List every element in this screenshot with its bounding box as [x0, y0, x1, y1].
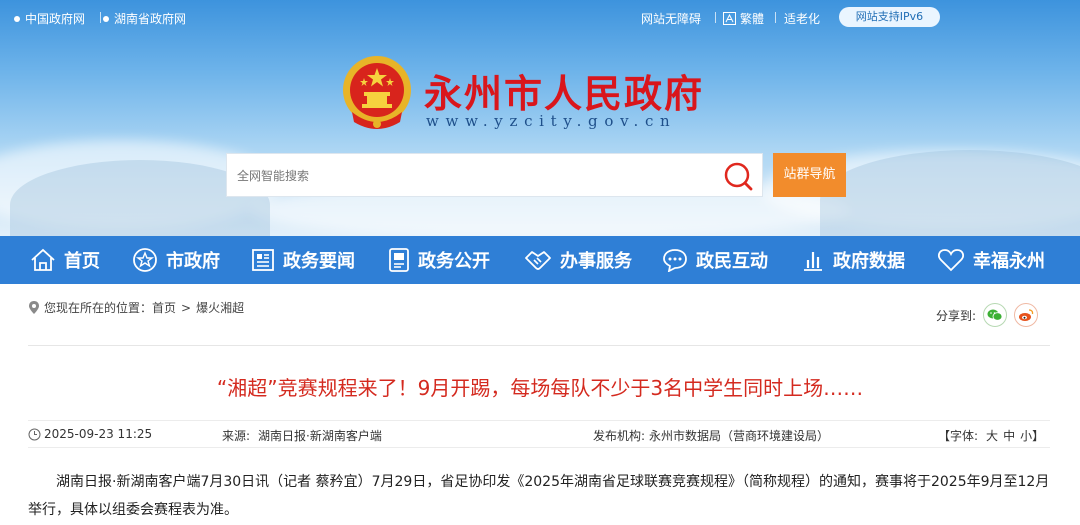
font-size-control: 【字体: 大 中 小 】: [938, 427, 1044, 444]
nav-government-data[interactable]: 政府数据: [801, 236, 905, 284]
nav-label: 幸福永州: [973, 251, 1045, 272]
main-nav: 首页 市政府 政务要闻 政务公开 办事服务 政民互动 政府数据 幸福永州: [0, 236, 1080, 284]
nav-label: 政务公开: [418, 251, 490, 272]
handshake-icon: [525, 251, 551, 270]
article-meta-bar: 2025-09-23 11:25 来源: 湖南日报·新湖南客户端 发布机构: 永…: [28, 420, 1050, 448]
link-hunan-gov[interactable]: 湖南省政府网: [103, 10, 186, 27]
publish-date: 2025-09-23 11:25: [28, 427, 152, 441]
site-title: 永州市人民政府: [424, 71, 705, 116]
breadcrumb-home-link[interactable]: 首页: [152, 299, 176, 316]
divider: [715, 12, 716, 23]
nav-label: 政府数据: [833, 251, 905, 272]
divider: [100, 12, 101, 23]
breadcrumb-separator: >: [181, 300, 192, 315]
article-title: “湘超”竞赛规程来了！9月开踢，每场每队不少于3名中学生同时上场……: [216, 376, 864, 400]
site-group-nav-button[interactable]: 站群导航: [773, 153, 846, 197]
site-header: 中国政府网 湖南省政府网 网站无障碍 繁體 适老化 网站支持IPv6 永州市人民…: [0, 0, 1080, 236]
document-icon: [389, 248, 409, 272]
divider: [775, 12, 776, 23]
font-small-button[interactable]: 小: [1020, 427, 1032, 444]
clock-icon: [28, 428, 41, 440]
share-bar: 分享到:: [936, 303, 1039, 327]
national-emblem-icon: [343, 56, 411, 129]
publisher-value: 永州市数据局（营商环境建设局）: [649, 429, 830, 443]
nav-label: 首页: [64, 251, 100, 272]
nav-happy-yongzhou[interactable]: 幸福永州: [937, 236, 1045, 284]
article-publisher: 发布机构: 永州市数据局（营商环境建设局）: [593, 427, 829, 444]
font-size-bracket: 】: [1032, 429, 1045, 443]
nav-label: 办事服务: [560, 251, 632, 272]
breadcrumb: 您现在所在的位置： 首页 > 爆火湘超: [28, 299, 244, 316]
bullet-icon: [14, 15, 20, 22]
date-text: 2025-09-23 11:25: [44, 427, 153, 441]
top-bar: 中国政府网 湖南省政府网 网站无障碍 繁體 适老化 网站支持IPv6: [0, 0, 1080, 34]
link-gov-cn[interactable]: 中国政府网: [14, 10, 85, 27]
search-button[interactable]: [720, 159, 756, 193]
ipv6-badge: 网站支持IPv6: [839, 7, 940, 27]
nav-city-government[interactable]: 市政府: [132, 236, 220, 284]
news-icon: [252, 249, 274, 271]
link-label: 中国政府网: [25, 12, 86, 26]
heart-icon: [938, 249, 964, 272]
breadcrumb-prefix: 您现在所在的位置：: [44, 301, 153, 315]
publisher-label: 发布机构:: [593, 429, 646, 443]
bar-chart-icon: [804, 252, 822, 271]
search-box: [226, 153, 763, 197]
nav-government-affairs[interactable]: 政务公开: [388, 236, 490, 284]
nav-label: 政民互动: [696, 251, 768, 272]
chat-icon: [663, 249, 687, 272]
nav-services[interactable]: 办事服务: [524, 236, 632, 284]
source-label: 来源:: [222, 429, 251, 443]
nav-label: 市政府: [166, 251, 220, 272]
link-label: 繁體: [740, 12, 765, 26]
accessibility-link[interactable]: 网站无障碍: [641, 10, 701, 27]
nav-home[interactable]: 首页: [30, 236, 100, 284]
site-url: www.yzcity.gov.cn: [426, 112, 677, 130]
share-label: 分享到:: [936, 308, 977, 323]
elderly-mode-link[interactable]: 适老化: [784, 10, 820, 27]
search-input[interactable]: [237, 166, 707, 186]
breadcrumb-current-link[interactable]: 爆火湘超: [196, 299, 244, 316]
nav-government-news[interactable]: 政务要闻: [251, 236, 355, 284]
share-wechat-button[interactable]: [983, 303, 1008, 327]
font-icon: [723, 12, 736, 25]
nav-interaction[interactable]: 政民互动: [662, 236, 768, 284]
article-source: 来源: 湖南日报·新湖南客户端: [222, 427, 382, 444]
share-weibo-button[interactable]: [1014, 303, 1039, 327]
weibo-icon: [1019, 309, 1034, 321]
link-label: 湖南省政府网: [114, 12, 187, 26]
font-size-label: 【字体:: [938, 429, 979, 443]
home-icon: [31, 248, 55, 271]
location-pin-icon: [29, 301, 39, 314]
source-value: 湖南日报·新湖南客户端: [258, 429, 382, 443]
search-icon: [724, 162, 753, 191]
star-icon: [133, 248, 157, 272]
content-divider: [28, 345, 1050, 346]
bullet-icon: [103, 15, 109, 22]
font-large-button[interactable]: 大: [986, 427, 998, 444]
traditional-chinese-link[interactable]: 繁體: [723, 10, 764, 27]
article-paragraph: 湖南日报·新湖南客户端7月30日讯（记者 蔡矜宜）7月29日，省足协印发《202…: [28, 474, 1050, 518]
font-medium-button[interactable]: 中: [1003, 427, 1015, 444]
wechat-icon: [987, 309, 1003, 321]
nav-label: 政务要闻: [283, 251, 355, 272]
